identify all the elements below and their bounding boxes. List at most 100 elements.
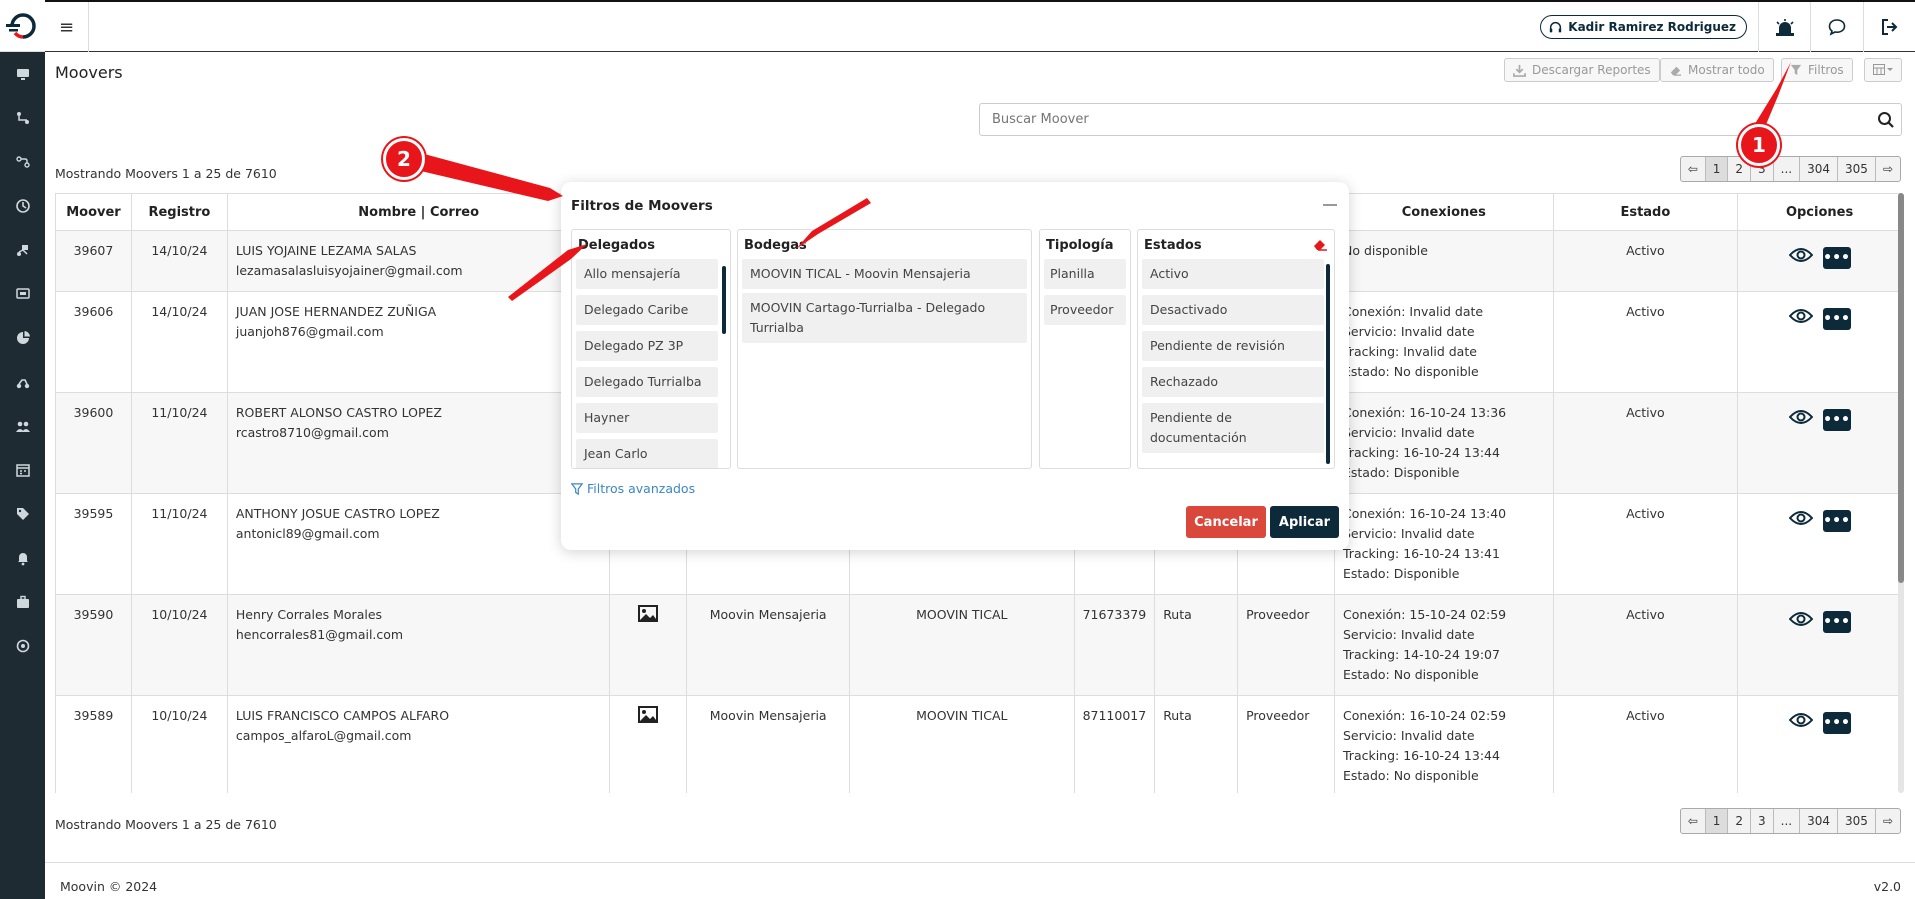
delegado-option[interactable]: Allo mensajería <box>576 259 718 289</box>
view-eye-icon[interactable] <box>1788 409 1813 431</box>
advanced-filters-link[interactable]: Filtros avanzados <box>571 481 695 496</box>
view-eye-icon[interactable] <box>1788 712 1813 734</box>
funnel-icon <box>571 482 583 495</box>
status: Activo <box>1552 695 1739 793</box>
more-options-button[interactable]: ••• <box>1822 308 1851 330</box>
view-eye-icon[interactable] <box>1788 247 1813 269</box>
view-eye-icon[interactable] <box>1788 611 1813 633</box>
table-row[interactable]: 39589 10/10/24 LUIS FRANCISCO CAMPOS ALFAR… <box>55 695 1902 793</box>
calendar-icon[interactable] <box>0 448 45 492</box>
moover-email: rcastro8710@gmail.com <box>235 425 389 440</box>
page-button[interactable]: 1 <box>1705 809 1729 833</box>
cancel-button[interactable]: Cancelar <box>1186 506 1266 538</box>
more-options-button[interactable]: ••• <box>1822 409 1851 431</box>
scrollbar-thumb[interactable] <box>1898 193 1904 583</box>
delegado-option[interactable]: Delegado PZ 3P <box>576 331 718 361</box>
registration-date: 10/10/24 <box>130 695 228 793</box>
delegado-option[interactable]: Delegado Caribe <box>576 295 718 325</box>
user-badge[interactable]: Kadir Ramirez Rodriguez <box>1540 15 1747 39</box>
delegado-option[interactable]: Delegado Turrialba <box>576 367 718 397</box>
filters-button[interactable]: Filtros <box>1781 58 1853 82</box>
delegados-scrollbar[interactable] <box>722 266 726 334</box>
row-actions: ••• <box>1746 403 1893 431</box>
route-icon[interactable] <box>0 96 45 140</box>
footer-copyright: Moovin © 2024 <box>60 879 158 894</box>
bodega-option[interactable]: MOOVIN TICAL - Moovin Mensajeria <box>742 259 1027 289</box>
estado-option[interactable]: Pendiente de documentación <box>1142 403 1324 453</box>
moover-email: hencorrales81@gmail.com <box>235 627 404 642</box>
page-button[interactable]: 2 <box>1728 809 1752 833</box>
tipologia-option[interactable]: Proveedor <box>1044 295 1126 325</box>
pie-chart-icon[interactable] <box>0 316 45 360</box>
page-button[interactable]: ... <box>1774 157 1801 181</box>
next-page-button[interactable]: ⇨ <box>1876 157 1900 181</box>
delegado-option[interactable]: Hayner <box>576 403 718 433</box>
logo-mark <box>5 12 36 39</box>
bodega-option[interactable]: MOOVIN Cartago-Turrialba - Delegado Turr… <box>742 293 1027 343</box>
showing-count-top: Mostrando Moovers 1 a 25 de 7610 <box>55 166 277 181</box>
name-email-cell: ROBERT ALONSO CASTRO LOPEZ rcastro8710@gm… <box>226 392 611 494</box>
page-button[interactable]: 304 <box>1800 157 1839 181</box>
view-eye-icon[interactable] <box>1788 308 1813 330</box>
route-alt-icon[interactable] <box>0 140 45 184</box>
next-page-button[interactable]: ⇨ <box>1876 809 1900 833</box>
columns-toggle-button[interactable] <box>1864 58 1902 82</box>
connection-line: Estado: No disponible <box>1343 364 1479 379</box>
table-scrollbar[interactable] <box>1898 193 1904 793</box>
show-all-button[interactable]: Mostrar todo <box>1660 58 1774 82</box>
delegado-option[interactable]: Jean Carlo <box>576 439 718 468</box>
estados-scrollbar[interactable] <box>1326 264 1330 464</box>
more-options-button[interactable]: ••• <box>1822 712 1851 734</box>
screen-icon[interactable] <box>0 272 45 316</box>
page-button[interactable]: 305 <box>1838 157 1876 181</box>
more-options-button[interactable]: ••• <box>1822 611 1851 633</box>
support-icon[interactable] <box>0 624 45 668</box>
bell-icon[interactable] <box>0 536 45 580</box>
delivery-icon[interactable] <box>0 228 45 272</box>
moovin-logo[interactable] <box>0 0 45 52</box>
more-options-button[interactable]: ••• <box>1822 247 1851 269</box>
prev-page-button[interactable]: ⇦ <box>1681 809 1706 833</box>
briefcase-icon[interactable] <box>0 580 45 624</box>
monitor-icon[interactable] <box>0 52 45 96</box>
image-icon[interactable] <box>638 706 659 726</box>
search-icon[interactable] <box>1877 111 1895 133</box>
estado-option[interactable]: Desactivado <box>1142 295 1324 325</box>
more-options-button[interactable]: ••• <box>1822 510 1851 532</box>
apply-button[interactable]: Aplicar <box>1270 506 1339 538</box>
estado-option[interactable]: Pendiente de revisión <box>1142 331 1324 361</box>
view-eye-icon[interactable] <box>1788 510 1813 532</box>
connection-line: Servicio: Invalid date <box>1343 526 1475 541</box>
clear-filter-eraser-icon[interactable] <box>1312 237 1328 255</box>
row-actions: ••• <box>1746 706 1893 734</box>
page-button[interactable]: 1 <box>1705 157 1729 181</box>
estado-option[interactable]: Rechazado <box>1142 367 1324 397</box>
page-button[interactable]: 3 <box>1751 809 1774 833</box>
download-reports-button[interactable]: Descargar Reportes <box>1504 58 1660 82</box>
row-actions: ••• <box>1746 241 1893 269</box>
estado-option[interactable]: Activo <box>1142 259 1324 289</box>
page-button[interactable]: ... <box>1774 809 1801 833</box>
moover-name: ROBERT ALONSO CASTRO LOPEZ <box>235 405 442 420</box>
chat-icon[interactable] <box>1810 2 1862 52</box>
image-icon[interactable] <box>638 605 659 625</box>
page-button[interactable]: 305 <box>1838 809 1876 833</box>
users-icon[interactable] <box>0 404 45 448</box>
table-row[interactable]: 39590 10/10/24 Henry Corrales Morales henco… <box>55 594 1902 696</box>
sidebar <box>0 0 45 899</box>
registration-date: 10/10/24 <box>130 594 228 696</box>
minimize-icon[interactable] <box>1323 204 1337 206</box>
company: Moovin Mensajeria <box>686 695 851 793</box>
logout-icon[interactable] <box>1863 2 1915 52</box>
connection-line: Estado: No disponible <box>1343 768 1479 783</box>
tag-icon[interactable] <box>0 492 45 536</box>
filter-bodegas: Bodegas MOOVIN TICAL - Moovin Mensajeria… <box>737 229 1032 469</box>
prev-page-button[interactable]: ⇦ <box>1681 157 1706 181</box>
tipologia-option[interactable]: Planilla <box>1044 259 1126 289</box>
hamburger-menu-icon[interactable]: ≡ <box>45 2 89 52</box>
alarm-icon[interactable] <box>1758 2 1810 52</box>
clock-icon[interactable] <box>0 184 45 228</box>
page-button[interactable]: 304 <box>1800 809 1839 833</box>
moped-icon[interactable] <box>0 360 45 404</box>
moover-email: juanjoh876@gmail.com <box>235 324 384 339</box>
